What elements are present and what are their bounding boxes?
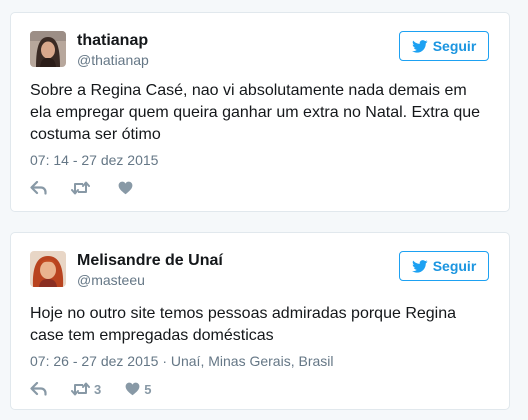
username[interactable]: @masteeu xyxy=(77,271,223,289)
tweet-card: thatianap @thatianap Seguir Sobre a Regi… xyxy=(10,12,510,212)
username[interactable]: @thatianap xyxy=(77,51,149,69)
like-count: 5 xyxy=(144,381,152,397)
display-name[interactable]: Melisandre de Unaí xyxy=(77,251,223,271)
heart-icon xyxy=(118,181,133,195)
follow-label: Seguir xyxy=(432,38,477,54)
retweet-button[interactable] xyxy=(71,181,94,195)
tweet-timestamp[interactable]: 07: 14 - 27 dez 2015 xyxy=(30,151,158,169)
tweet-timestamp[interactable]: 07: 26 - 27 dez 2015 · Unaí, Minas Gerai… xyxy=(30,352,333,370)
twitter-bird-icon xyxy=(411,259,428,273)
tweet-card: Melisandre de Unaí @masteeu Seguir Hoje … xyxy=(10,232,510,410)
tweet-actions xyxy=(30,179,161,197)
author: Melisandre de Unaí @masteeu xyxy=(77,251,223,289)
twitter-bird-icon xyxy=(411,39,428,53)
avatar[interactable] xyxy=(30,31,66,67)
tweet-text: Hoje no outro site temos pessoas admirad… xyxy=(30,305,457,344)
tweet-actions: 3 5 xyxy=(30,380,175,398)
retweet-count: 3 xyxy=(94,381,102,397)
like-button[interactable]: 5 xyxy=(125,382,151,397)
display-name[interactable]: thatianap xyxy=(77,31,149,51)
reply-button[interactable] xyxy=(30,181,47,195)
retweet-icon xyxy=(71,382,90,396)
reply-button[interactable] xyxy=(30,382,47,396)
tweet-feed: thatianap @thatianap Seguir Sobre a Regi… xyxy=(0,0,528,420)
follow-button[interactable]: Seguir xyxy=(399,31,489,61)
like-button[interactable] xyxy=(118,181,137,195)
follow-label: Seguir xyxy=(432,258,477,274)
retweet-button[interactable]: 3 xyxy=(71,382,101,397)
avatar[interactable] xyxy=(30,251,66,287)
tweet-text: Sobre a Regina Casé, nao vi absolutament… xyxy=(30,82,481,143)
reply-icon xyxy=(30,382,47,396)
retweet-icon xyxy=(71,181,90,195)
follow-button[interactable]: Seguir xyxy=(399,251,489,281)
author: thatianap @thatianap xyxy=(77,31,149,69)
heart-icon xyxy=(125,382,140,396)
reply-icon xyxy=(30,181,47,195)
